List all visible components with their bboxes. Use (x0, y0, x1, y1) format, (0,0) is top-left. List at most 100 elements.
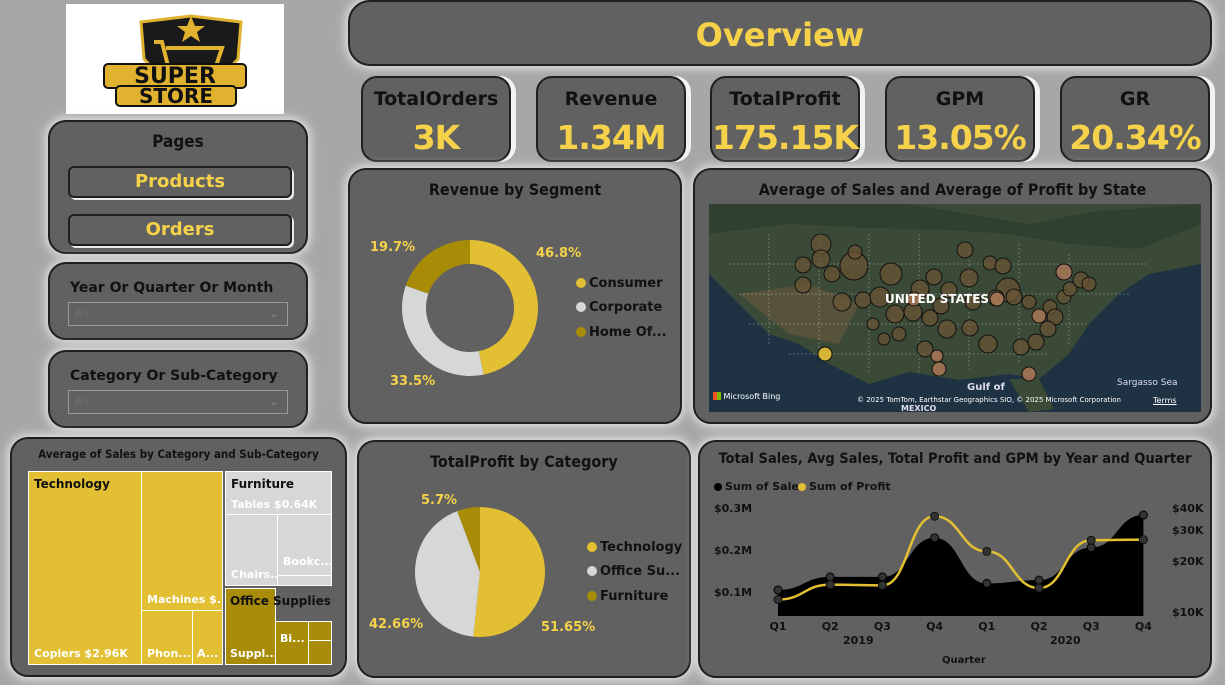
treemap-technology[interactable]: Technology Copiers $2.96K (28, 471, 142, 665)
sales-point (930, 533, 940, 543)
state-bubble (925, 268, 943, 286)
tile-label: Chairs... (231, 568, 283, 581)
state-bubble (877, 332, 891, 346)
state-bubble (1021, 294, 1037, 310)
tile-label: Office Supplies (230, 594, 330, 608)
state-bubble-profit (1055, 263, 1073, 281)
slice-home-office (405, 240, 470, 294)
state-bubble (961, 319, 979, 337)
state-bubble (937, 319, 957, 339)
state-bubble (916, 340, 934, 358)
tile-label: Machines $... (147, 593, 223, 606)
state-bubble (847, 244, 863, 260)
sales-area (778, 515, 1144, 616)
header-bar: Overview (348, 0, 1212, 66)
tile-label: A... (197, 647, 219, 660)
profit-point (773, 595, 783, 605)
profit-point (1138, 535, 1148, 545)
sales-point (1034, 575, 1044, 585)
tile-label: Bi... (280, 632, 305, 645)
profit-point (930, 511, 940, 521)
legend-consumer: Consumer (576, 276, 663, 291)
state-bubble (978, 334, 998, 354)
page-title: Overview (695, 16, 865, 54)
treemap-chairs[interactable]: Chairs... (225, 514, 283, 586)
chart-title: Average of Sales and Average of Profit b… (758, 180, 1147, 199)
slicer-label: Year Or Quarter Or Month (70, 280, 274, 296)
state-bubble (891, 326, 907, 342)
state-bubble-profit (931, 361, 947, 377)
profit-point (825, 580, 835, 590)
state-bubble (794, 256, 812, 274)
logo-line2: STORE (138, 84, 214, 108)
treemap-furnishings[interactable] (277, 575, 332, 586)
kpi-value: 1.34M (556, 118, 666, 157)
products-page-button[interactable]: Products (68, 166, 292, 198)
kpi-revenue: Revenue 1.34M (536, 76, 686, 162)
state-bubble (879, 262, 903, 286)
x-tick-label: Q2 (1030, 620, 1047, 633)
category-pie (415, 507, 545, 637)
sea-label: Sargasso Sea (1117, 378, 1178, 388)
state-bubble (1039, 320, 1057, 338)
sales-point (1086, 543, 1096, 553)
x-tick-label: Q3 (1083, 620, 1100, 633)
chart-title: Average of Sales by Category and Sub-Cat… (38, 447, 319, 461)
state-bubble (1005, 288, 1023, 306)
state-bubble (811, 249, 831, 269)
country-label: UNITED STATES (885, 292, 990, 306)
period-dropdown[interactable]: All ⌄ (68, 302, 288, 326)
x-tick-label: Q1 (978, 620, 995, 633)
treemap-bookcases[interactable]: Bookc... (277, 514, 333, 576)
chevron-down-icon: ⌄ (269, 395, 279, 408)
treemap-supplies[interactable]: Office Supplies Suppl... (225, 588, 330, 665)
slice-technology (473, 507, 545, 637)
kpi-label: TotalProfit (729, 88, 841, 110)
treemap-accessories[interactable]: A... (192, 610, 223, 665)
map-area[interactable]: UNITED STATES Gulf of MEXICO Sargasso Se… (709, 204, 1201, 412)
office-supplies-pct: 42.66% (369, 617, 424, 632)
state-bubble-profit (1021, 366, 1037, 382)
corporate-pct: 33.5% (390, 374, 436, 389)
profit-point (877, 580, 887, 590)
treemap-binders[interactable]: Bi... (275, 621, 309, 665)
kpi-label: TotalOrders (373, 88, 499, 110)
state-bubble-profit (989, 291, 1005, 307)
terms-link[interactable]: Terms (1153, 396, 1177, 405)
sales-point (982, 578, 992, 588)
sales-point (1138, 510, 1148, 520)
treemap-small-a[interactable] (308, 621, 332, 641)
sales-treemap-chart: Average of Sales by Category and Sub-Cat… (10, 437, 347, 677)
orders-page-button[interactable]: Orders (68, 214, 292, 246)
treemap-tables[interactable]: Furniture Tables $0.64K (225, 471, 332, 515)
x-tick-label: Q3 (874, 620, 891, 633)
legend-home-office: Home Of... (576, 325, 667, 340)
tile-label: Bookc... (283, 555, 333, 568)
kpi-label: GR (1119, 88, 1151, 110)
state-bubble (823, 265, 841, 283)
state-map-visual: Average of Sales and Average of Profit b… (693, 168, 1212, 424)
state-bubble (994, 257, 1012, 275)
state-bubble (1027, 333, 1045, 351)
pages-title: Pages (152, 132, 204, 152)
state-bubble-profit (930, 349, 944, 363)
kpi-label: Revenue (564, 88, 658, 110)
state-bubble-profit (1031, 308, 1047, 324)
kpi-gr: GR 20.34% (1060, 76, 1210, 162)
state-bubble (832, 292, 852, 312)
map-copyright: © 2025 TomTom, Earthstar Geographics SIO… (857, 396, 1121, 404)
treemap-machines[interactable]: Machines $... (141, 471, 223, 611)
profit-point (1086, 535, 1096, 545)
furniture-pct: 5.7% (421, 493, 458, 508)
treemap-phones[interactable]: Phon... (141, 610, 193, 665)
windows-logo-icon (713, 392, 721, 400)
kpi-value: 175.15K (712, 118, 859, 157)
superstore-logo: SUPER STORE (66, 4, 284, 114)
category-dropdown[interactable]: All ⌄ (68, 390, 288, 414)
period-slicer: Year Or Quarter Or Month All ⌄ (48, 262, 308, 340)
state-bubble (885, 304, 905, 324)
treemap-small-b[interactable] (308, 640, 332, 665)
tile-label: Suppl... (230, 647, 278, 660)
sales-point (877, 572, 887, 582)
consumer-pct: 46.8% (536, 246, 582, 261)
